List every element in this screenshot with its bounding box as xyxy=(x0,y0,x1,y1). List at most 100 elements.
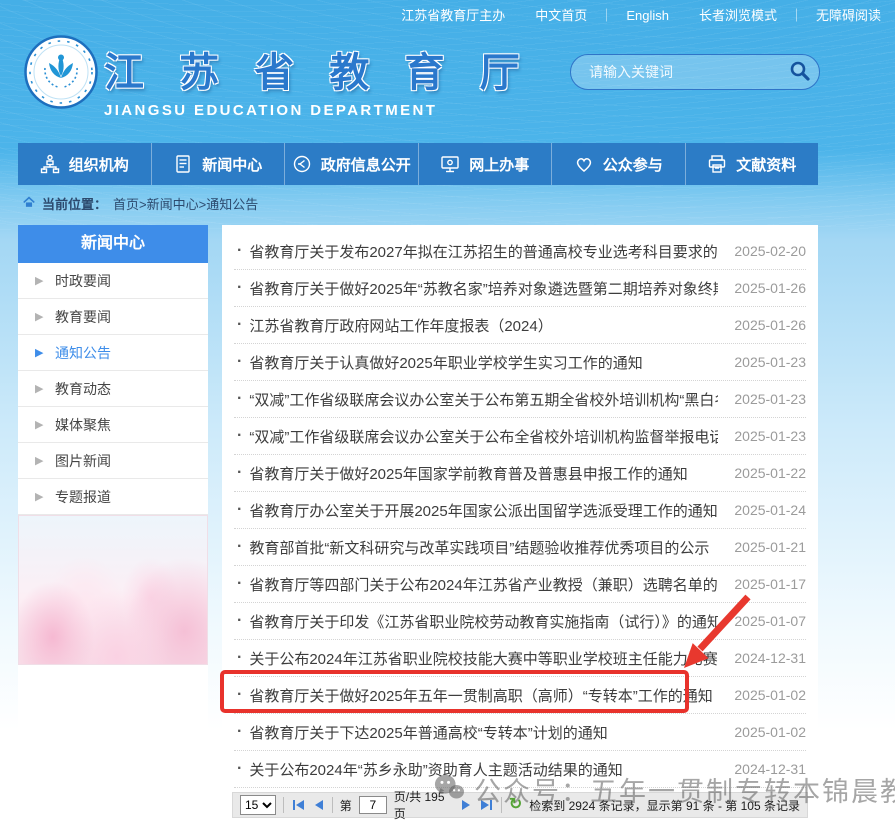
caret-right-icon: ▶ xyxy=(35,299,43,335)
site-logo[interactable] xyxy=(24,35,98,109)
notice-title[interactable]: 关于公布2024年江苏省职业院校技能大赛中等职业学校班主任能力比赛获奖 xyxy=(249,648,718,669)
notice-title[interactable]: 省教育厅关于做好2025年国家学前教育普及普惠县申报工作的通知 xyxy=(249,463,718,484)
notice-row[interactable]: · 省教育厅关于发布2027年拟在江苏招生的普通高校专业选考科目要求的公告 20… xyxy=(234,233,806,270)
nav-item[interactable]: 新闻中心 xyxy=(152,143,286,185)
nav-item-label: 公众参与 xyxy=(603,154,663,175)
notice-title[interactable]: 省教育厅关于发布2027年拟在江苏招生的普通高校专业选考科目要求的公告 xyxy=(249,241,718,262)
notice-date: 2025-01-17 xyxy=(726,576,806,592)
notice-date: 2025-01-02 xyxy=(726,687,806,703)
page-label-suffix: 页/共 195 页 xyxy=(394,788,453,822)
page-number-input[interactable] xyxy=(359,796,387,814)
bullet-icon: · xyxy=(237,723,242,741)
search-box xyxy=(570,54,820,90)
notice-title[interactable]: 省教育厅关于印发《江苏省职业院校劳动教育实施指南（试行）》的通知 xyxy=(249,611,718,632)
search-button[interactable] xyxy=(781,55,819,89)
notice-title[interactable]: “双减”工作省级联席会议办公室关于公布全省校外培训机构监督举报电话的公... xyxy=(249,426,718,447)
notice-date: 2025-01-26 xyxy=(726,317,806,333)
top-bar: 江苏省教育厅主办 中文首页 English 长者浏览模式 无障碍阅读 xyxy=(388,0,881,28)
notice-list: · 省教育厅关于发布2027年拟在江苏招生的普通高校专业选考科目要求的公告 20… xyxy=(222,225,818,788)
top-link[interactable]: 中文首页 xyxy=(535,5,587,24)
sidebar-item-label: 教育动态 xyxy=(55,381,111,397)
sidebar-item-label: 时政要闻 xyxy=(55,273,111,289)
bullet-icon: · xyxy=(237,649,242,667)
notice-row[interactable]: · 省教育厅关于做好2025年“苏教名家”培养对象遴选暨第二期培养对象终期...… xyxy=(234,270,806,307)
nav-item-label: 网上办事 xyxy=(469,154,529,175)
notice-row[interactable]: · 关于公布2024年江苏省职业院校技能大赛中等职业学校班主任能力比赛获奖 20… xyxy=(234,640,806,677)
sidebar-item[interactable]: ▶ 时政要闻 xyxy=(18,263,208,299)
heart-icon xyxy=(574,154,594,174)
site-title: 江 苏 省 教 育 厅 xyxy=(104,40,532,98)
top-link[interactable]: 无障碍阅读 xyxy=(790,5,881,24)
notice-title[interactable]: 省教育厅关于认真做好2025年职业学校学生实习工作的通知 xyxy=(249,352,718,373)
top-link[interactable]: 长者浏览模式 xyxy=(699,5,777,24)
caret-right-icon: ▶ xyxy=(35,371,43,407)
nav-item-label: 政府信息公开 xyxy=(321,154,411,175)
bullet-icon: · xyxy=(237,612,242,630)
notice-title[interactable]: 关于公布2024年“苏乡永助”资助育人主题活动结果的通知 xyxy=(249,759,718,780)
notice-row[interactable]: · 省教育厅关于认真做好2025年职业学校学生实习工作的通知 2025-01-2… xyxy=(234,344,806,381)
search-icon xyxy=(789,60,811,85)
search-input[interactable] xyxy=(571,55,781,89)
prev-page-button[interactable] xyxy=(313,798,325,812)
notice-panel: · 省教育厅关于发布2027年拟在江苏招生的普通高校专业选考科目要求的公告 20… xyxy=(222,225,818,833)
bullet-icon: · xyxy=(237,686,242,704)
breadcrumb-path[interactable]: 首页>新闻中心>通知公告 xyxy=(113,194,258,213)
notice-title[interactable]: 教育部首批“新文科研究与改革实践项目”结题验收推荐优秀项目的公示 xyxy=(249,537,718,558)
top-link[interactable]: 江苏省教育厅主办 xyxy=(401,5,505,24)
caret-right-icon: ▶ xyxy=(35,263,43,299)
notice-row[interactable]: · 省教育厅办公室关于开展2025年国家公派出国留学选派受理工作的通知 2025… xyxy=(234,492,806,529)
page: 江苏省教育厅主办 中文首页 English 长者浏览模式 无障碍阅读 江 苏 省… xyxy=(0,0,895,833)
notice-title[interactable]: “双减”工作省级联席会议办公室关于公布第五期全省校外培训机构“黑白名单... xyxy=(249,389,718,410)
sidebar-item[interactable]: ▶ 教育动态 xyxy=(18,371,208,407)
notice-title[interactable]: 省教育厅办公室关于开展2025年国家公派出国留学选派受理工作的通知 xyxy=(249,500,718,521)
notice-date: 2025-01-26 xyxy=(726,280,806,296)
notice-title[interactable]: 省教育厅关于做好2025年“苏教名家”培养对象遴选暨第二期培养对象终期... xyxy=(249,278,718,299)
info-disclosure-icon xyxy=(292,154,312,174)
notice-date: 2025-01-23 xyxy=(726,428,806,444)
notice-row[interactable]: · 江苏省教育厅政府网站工作年度报表（2024） 2025-01-26 xyxy=(234,307,806,344)
notice-row[interactable]: · 教育部首批“新文科研究与改革实践项目”结题验收推荐优秀项目的公示 2025-… xyxy=(234,529,806,566)
notice-row[interactable]: · 省教育厅关于印发《江苏省职业院校劳动教育实施指南（试行）》的通知 2025-… xyxy=(234,603,806,640)
notice-row[interactable]: · 省教育厅关于下达2025年普通高校“专转本”计划的通知 2025-01-02 xyxy=(234,714,806,751)
first-page-button[interactable] xyxy=(291,798,306,812)
notice-title[interactable]: 江苏省教育厅政府网站工作年度报表（2024） xyxy=(249,315,718,336)
sidebar-item-label: 专题报道 xyxy=(55,489,111,505)
nav-item-label: 文献资料 xyxy=(736,154,796,175)
sidebar-item-label: 通知公告 xyxy=(55,345,111,361)
sidebar-item[interactable]: ▶ 教育要闻 xyxy=(18,299,208,335)
notice-date: 2025-01-21 xyxy=(726,539,806,555)
top-link[interactable]: English xyxy=(600,5,669,24)
nav-item[interactable]: 政府信息公开 xyxy=(285,143,419,185)
sidebar-item[interactable]: ▶ 通知公告 xyxy=(18,335,208,371)
notice-row[interactable]: · 省教育厅等四部门关于公布2024年江苏省产业教授（兼职）选聘名单的通知 20… xyxy=(234,566,806,603)
bullet-icon: · xyxy=(237,760,242,778)
sidebar-item-label: 图片新闻 xyxy=(55,453,111,469)
notice-date: 2024-12-31 xyxy=(726,761,806,777)
nav-item[interactable]: 网上办事 xyxy=(419,143,553,185)
notice-row[interactable]: · 关于公布2024年“苏乡永助”资助育人主题活动结果的通知 2024-12-3… xyxy=(234,751,806,788)
sidebar: 新闻中心 ▶ 时政要闻 ▶ 教育要闻 ▶ 通知公告 ▶ xyxy=(18,225,208,833)
sidebar-item[interactable]: ▶ 媒体聚焦 xyxy=(18,407,208,443)
notice-row[interactable]: · 省教育厅关于做好2025年国家学前教育普及普惠县申报工作的通知 2025-0… xyxy=(234,455,806,492)
notice-title[interactable]: 省教育厅关于做好2025年五年一贯制高职（高师）“专转本”工作的通知 xyxy=(249,685,718,706)
notice-date: 2025-02-20 xyxy=(726,243,806,259)
next-page-button[interactable] xyxy=(460,798,472,812)
sidebar-item-label: 媒体聚焦 xyxy=(55,417,111,433)
bullet-icon: · xyxy=(237,464,242,482)
nav-item[interactable]: 组织机构 xyxy=(18,143,152,185)
nav-item[interactable]: 文献资料 xyxy=(686,143,819,185)
notice-row[interactable]: · 省教育厅关于做好2025年五年一贯制高职（高师）“专转本”工作的通知 202… xyxy=(234,677,806,714)
bullet-icon: · xyxy=(237,242,242,260)
sidebar-item[interactable]: ▶ 专题报道 xyxy=(18,479,208,515)
notice-title[interactable]: 省教育厅等四部门关于公布2024年江苏省产业教授（兼职）选聘名单的通知 xyxy=(249,574,718,595)
nav-item[interactable]: 公众参与 xyxy=(552,143,686,185)
last-page-button[interactable] xyxy=(479,798,494,812)
main-nav: 组织机构 新闻中心 政府信息公开 网上办事 公众参与 xyxy=(18,143,818,185)
sidebar-item[interactable]: ▶ 图片新闻 xyxy=(18,443,208,479)
notice-row[interactable]: · “双减”工作省级联席会议办公室关于公布第五期全省校外培训机构“黑白名单...… xyxy=(234,381,806,418)
org-chart-icon xyxy=(40,154,60,174)
refresh-icon[interactable]: ↻ xyxy=(509,797,522,813)
notice-row[interactable]: · “双减”工作省级联席会议办公室关于公布全省校外培训机构监督举报电话的公...… xyxy=(234,418,806,455)
notice-title[interactable]: 省教育厅关于下达2025年普通高校“专转本”计划的通知 xyxy=(249,722,718,743)
page-size-select[interactable]: 15 xyxy=(240,795,276,815)
